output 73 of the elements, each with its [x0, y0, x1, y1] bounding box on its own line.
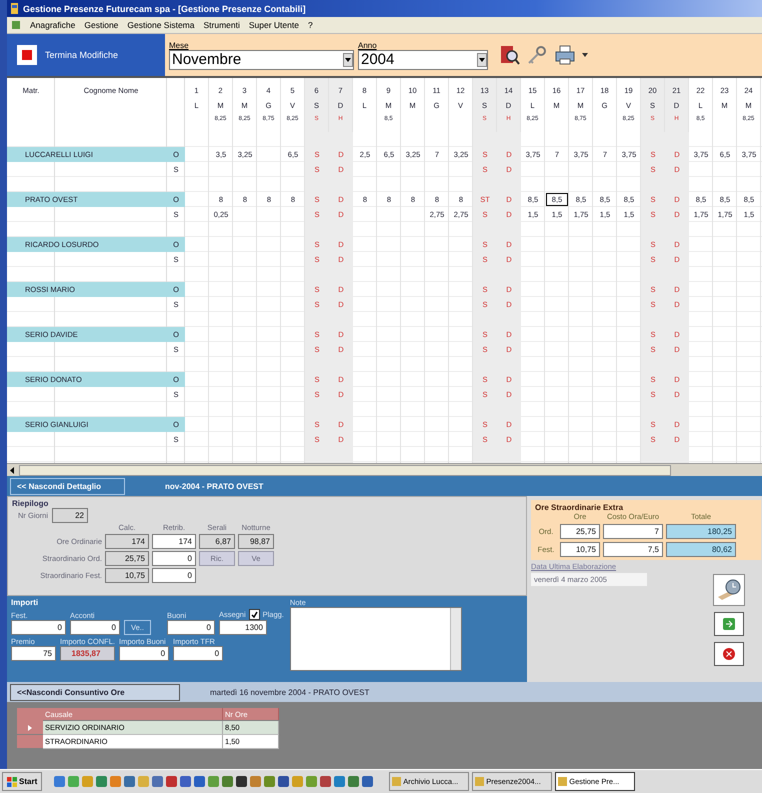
app-icon	[10, 3, 19, 14]
window-title: Gestione Presenze Futurecam spa - [Gestione Presenze Contabili]	[23, 4, 306, 14]
summary-caption: martedì 16 novembre 2004 - PRATO OVEST	[210, 688, 370, 696]
app-icon[interactable]	[320, 776, 332, 787]
window-icon	[558, 777, 568, 786]
number-field[interactable]: 0	[173, 646, 224, 661]
number-field[interactable]: 174	[152, 534, 196, 549]
confirm-button[interactable]	[714, 612, 744, 636]
key-icon[interactable]	[526, 44, 548, 66]
month-dropdown[interactable]: Novembre	[169, 50, 354, 70]
number-field[interactable]: 98,87	[238, 534, 274, 549]
number-field[interactable]: 0	[11, 620, 66, 635]
total-field[interactable]: 180,25	[666, 524, 736, 539]
days-field[interactable]: 22	[52, 508, 88, 523]
group-title: Ore Straordinarie Extra	[535, 503, 624, 512]
hide-summary-button[interactable]: <<Nascondi Consuntivo Ore	[10, 684, 180, 700]
app-icon[interactable]	[194, 776, 206, 787]
total-field[interactable]: 80,62	[666, 542, 736, 557]
number-field[interactable]: 1300	[218, 620, 267, 635]
number-field[interactable]: 174	[105, 534, 149, 549]
number-field[interactable]: 0	[166, 620, 215, 635]
menu-item[interactable]: Super Utente	[248, 20, 299, 30]
windows-icon	[7, 776, 17, 786]
number-field[interactable]: 6,87	[199, 534, 235, 549]
clock-icon	[716, 577, 742, 603]
magnifier-icon[interactable]	[498, 44, 520, 66]
menu-item[interactable]: Strumenti	[204, 20, 240, 30]
number-field[interactable]: 10,75	[105, 568, 149, 583]
group-title: Riepilogo	[12, 499, 50, 508]
number-field[interactable]: 7	[603, 524, 663, 539]
horizontal-scrollbar[interactable]	[7, 463, 762, 476]
window-icon	[475, 777, 484, 786]
app-icon[interactable]	[362, 776, 374, 787]
window-icon	[392, 777, 402, 786]
app-icon[interactable]	[278, 776, 290, 787]
caret-icon[interactable]	[582, 53, 588, 57]
close-icon	[723, 648, 735, 660]
menu-item[interactable]: Gestione	[84, 20, 118, 30]
notes-field[interactable]	[290, 607, 462, 671]
detail-caption: nov-2004 - PRATO OVEST	[165, 482, 264, 490]
check-icon	[250, 611, 258, 618]
total-field[interactable]: 1835,87	[60, 646, 115, 661]
process-button[interactable]	[713, 574, 745, 606]
number-field[interactable]: 0	[70, 620, 120, 635]
app-icon[interactable]	[236, 776, 248, 787]
menu-item[interactable]: Gestione Sistema	[127, 20, 194, 30]
hide-detail-button[interactable]: << Nascondi Dettaglio	[10, 478, 125, 494]
year-dropdown[interactable]: 2004	[358, 50, 488, 70]
menu-item[interactable]: ?	[308, 20, 313, 30]
printer-icon[interactable]	[554, 44, 576, 66]
number-field[interactable]: 25,75	[560, 524, 600, 539]
arrow-icon	[723, 618, 735, 630]
app-icon[interactable]	[166, 776, 178, 787]
caret-icon	[345, 58, 351, 62]
checkbox[interactable]	[248, 609, 260, 620]
number-field[interactable]: 7,5	[603, 542, 663, 557]
app-icon[interactable]	[180, 776, 192, 787]
cancel-button[interactable]	[714, 642, 744, 666]
caret-icon	[479, 58, 485, 62]
menu-item[interactable]: Anagrafiche	[30, 20, 76, 30]
finish-button[interactable]: Termina Modifiche	[7, 34, 165, 76]
number-field[interactable]: 0	[152, 551, 196, 566]
group-title: Importi	[11, 598, 40, 607]
stop-icon	[17, 45, 37, 65]
start-button[interactable]: Start	[2, 772, 42, 791]
field-label: Mese	[169, 40, 190, 50]
number-field[interactable]: 0	[119, 646, 170, 661]
number-field[interactable]: 25,75	[105, 551, 149, 566]
number-field[interactable]: 0	[152, 568, 196, 583]
field-label: Anno	[358, 40, 378, 50]
number-field[interactable]: 10,75	[560, 542, 600, 557]
row-selector[interactable]	[17, 721, 43, 734]
number-field[interactable]: 75	[11, 646, 56, 661]
